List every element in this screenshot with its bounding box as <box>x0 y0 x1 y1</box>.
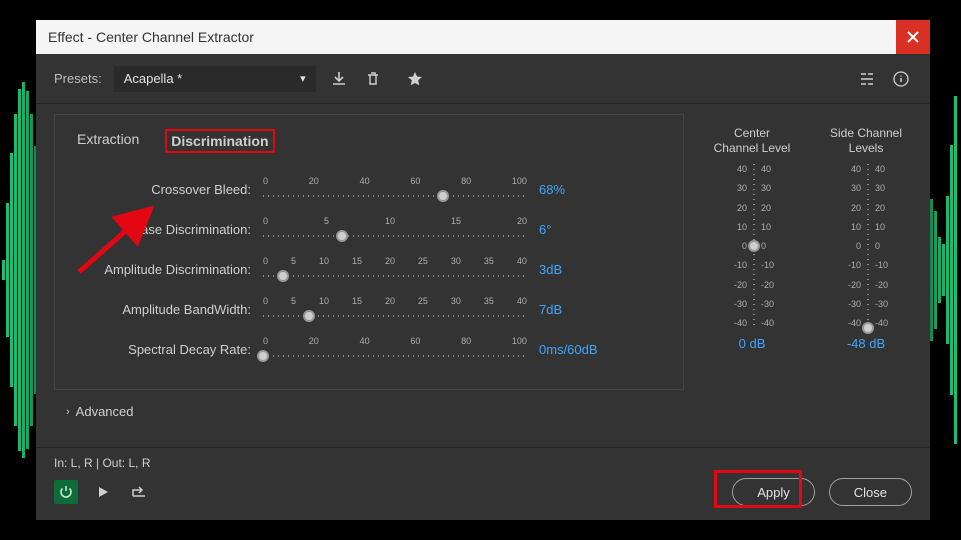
favorite-icon[interactable] <box>404 68 426 90</box>
effect-dialog: Effect - Center Channel Extractor Preset… <box>36 20 930 520</box>
channel-map-icon[interactable] <box>856 68 878 90</box>
chevron-down-icon: ▾ <box>300 72 306 85</box>
presets-label: Presets: <box>54 71 102 86</box>
slider-amplitude-bandwidth[interactable]: 0510152025303540 <box>263 296 527 322</box>
label-phase-discrimination: Phase Discrimination: <box>73 222 251 237</box>
side-level-slider[interactable] <box>867 164 869 328</box>
center-channel-level: CenterChannel Level 403020100-10-20-30-4… <box>706 126 798 390</box>
label-spectral-decay-rate: Spectral Decay Rate: <box>73 342 251 357</box>
value-spectral-decay-rate[interactable]: 0ms/60dB <box>539 342 629 357</box>
side-level-value[interactable]: -48 dB <box>847 336 885 351</box>
close-icon[interactable] <box>896 20 930 54</box>
advanced-toggle[interactable]: › Advanced <box>36 398 930 425</box>
advanced-label: Advanced <box>76 404 134 419</box>
window-title: Effect - Center Channel Extractor <box>48 29 254 45</box>
delete-preset-icon[interactable] <box>362 68 384 90</box>
tablist: Extraction Discrimination <box>73 129 665 153</box>
preset-toolbar: Presets: Acapella * ▾ <box>36 54 930 104</box>
value-crossover-bleed[interactable]: 68% <box>539 182 629 197</box>
row-amplitude-bandwidth: Amplitude BandWidth: 0510152025303540 7d… <box>73 289 665 329</box>
power-toggle-icon[interactable] <box>54 480 78 504</box>
info-icon[interactable] <box>890 68 912 90</box>
value-phase-discrimination[interactable]: 6° <box>539 222 629 237</box>
dialog-footer: In: L, R | Out: L, R Apply Close <box>36 447 930 520</box>
loop-icon[interactable] <box>128 481 150 503</box>
label-amplitude-discrimination: Amplitude Discrimination: <box>73 262 251 277</box>
row-crossover-bleed: Crossover Bleed: 020406080100 68% <box>73 169 665 209</box>
apply-button[interactable]: Apply <box>732 478 815 506</box>
value-amplitude-discrimination[interactable]: 3dB <box>539 262 629 277</box>
center-level-value[interactable]: 0 dB <box>739 336 766 351</box>
slider-phase-discrimination[interactable]: 05101520 <box>263 216 527 242</box>
preset-dropdown[interactable]: Acapella * ▾ <box>114 66 316 92</box>
tab-discrimination[interactable]: Discrimination <box>165 129 274 153</box>
io-text: In: L, R | Out: L, R <box>54 456 912 470</box>
row-phase-discrimination: Phase Discrimination: 05101520 6° <box>73 209 665 249</box>
save-preset-icon[interactable] <box>328 68 350 90</box>
discrimination-panel: Extraction Discrimination Crossover Blee… <box>54 114 684 390</box>
slider-crossover-bleed[interactable]: 020406080100 <box>263 176 527 202</box>
center-level-slider[interactable] <box>753 164 755 328</box>
titlebar: Effect - Center Channel Extractor <box>36 20 930 54</box>
label-crossover-bleed: Crossover Bleed: <box>73 182 251 197</box>
slider-amplitude-discrimination[interactable]: 0510152025303540 <box>263 256 527 282</box>
side-level-title: Side ChannelLevels <box>830 126 902 156</box>
levels-panel: CenterChannel Level 403020100-10-20-30-4… <box>706 114 912 390</box>
close-button[interactable]: Close <box>829 478 912 506</box>
center-level-title: CenterChannel Level <box>714 126 791 156</box>
play-icon[interactable] <box>92 481 114 503</box>
dialog-body: Extraction Discrimination Crossover Blee… <box>36 104 930 394</box>
value-amplitude-bandwidth[interactable]: 7dB <box>539 302 629 317</box>
slider-spectral-decay-rate[interactable]: 020406080100 <box>263 336 527 362</box>
label-amplitude-bandwidth: Amplitude BandWidth: <box>73 302 251 317</box>
chevron-right-icon: › <box>66 406 70 418</box>
row-amplitude-discrimination: Amplitude Discrimination: 05101520253035… <box>73 249 665 289</box>
row-spectral-decay-rate: Spectral Decay Rate: 020406080100 0ms/60… <box>73 329 665 369</box>
tab-extraction[interactable]: Extraction <box>73 129 143 153</box>
side-channel-levels: Side ChannelLevels 403020100-10-20-30-40… <box>820 126 912 390</box>
preset-selected: Acapella * <box>124 71 183 86</box>
